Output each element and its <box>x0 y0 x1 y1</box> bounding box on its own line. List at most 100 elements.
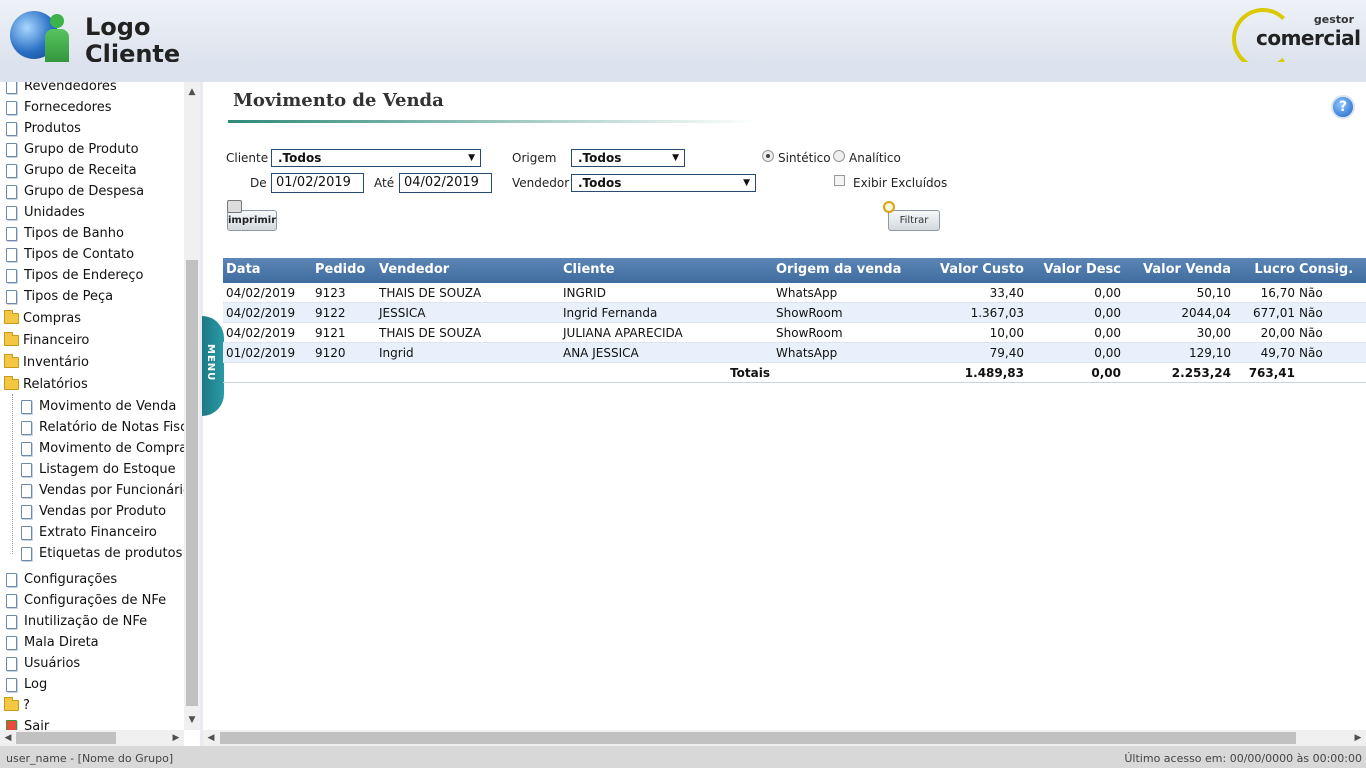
sidebar-report-item-4[interactable]: Vendas por Funcionário <box>0 480 191 501</box>
sidebar-bottom-item-5[interactable]: Log <box>0 674 47 695</box>
printer-icon[interactable] <box>227 200 242 213</box>
exibir-excluidos-checkbox[interactable] <box>834 175 845 186</box>
column-header[interactable]: Consig. <box>1299 258 1359 283</box>
scroll-right-icon[interactable]: ▶ <box>1350 730 1366 746</box>
scroll-thumb[interactable] <box>16 732 116 744</box>
analitico-radio[interactable] <box>833 150 845 162</box>
sidebar-item-label: Unidades <box>24 205 85 220</box>
table-cell: 9120 <box>315 346 346 360</box>
origem-select[interactable]: .Todos ▼ <box>571 149 685 167</box>
table-row[interactable]: 04/02/2019 9122 JESSICA Ingrid Fernanda Show… <box>223 303 1366 323</box>
sidebar-bottom-item-7[interactable]: Sair <box>0 716 49 730</box>
sidebar-item-7[interactable]: Tipos de Banho <box>0 223 124 244</box>
sidebar-report-item-7[interactable]: Etiquetas de produtos <box>0 543 182 564</box>
sidebar-item-12[interactable]: Financeiro <box>0 330 89 351</box>
column-header[interactable]: Pedido <box>315 258 375 283</box>
sidebar-report-item-6[interactable]: Extrato Financeiro <box>0 522 157 543</box>
sidebar-vertical-scrollbar[interactable]: ▲ ▼ <box>184 82 200 730</box>
table-cell: 0,00 <box>1094 346 1121 360</box>
date-to-input[interactable]: 04/02/2019 <box>399 173 492 193</box>
column-header[interactable]: Valor Desc <box>1023 258 1122 283</box>
scroll-right-icon[interactable]: ▶ <box>168 730 184 746</box>
sidebar-horizontal-scrollbar[interactable]: ◀ ▶ <box>0 730 184 746</box>
table-cell: 50,10 <box>1196 286 1231 300</box>
menu-toggle-tab[interactable]: MENU <box>202 316 224 416</box>
column-header[interactable]: Origem da venda <box>776 258 916 283</box>
cliente-select-value: .Todos <box>278 151 322 165</box>
document-icon <box>21 420 32 435</box>
document-icon <box>6 205 17 220</box>
sidebar-bottom-item-6[interactable]: ? <box>0 695 30 716</box>
sidebar-item-0[interactable]: Revendedores <box>0 82 117 97</box>
help-button[interactable]: ? <box>1331 95 1355 119</box>
chevron-down-icon: ▼ <box>672 153 679 163</box>
table-row[interactable]: 01/02/2019 9120 Ingrid ANA JESSICA WhatsApp 7… <box>223 343 1366 363</box>
sidebar-bottom-item-2[interactable]: Inutilização de NFe <box>0 611 147 632</box>
filter-button[interactable]: Filtrar <box>888 210 940 231</box>
table-cell: JESSICA <box>379 306 426 320</box>
sidebar-item-label: Configurações <box>24 572 118 587</box>
sidebar-item-9[interactable]: Tipos de Endereço <box>0 265 144 286</box>
sidebar-item-11[interactable]: Compras <box>0 308 81 329</box>
main-horizontal-scrollbar[interactable]: ◀ ▶ <box>203 730 1366 746</box>
sidebar-item-label: Produtos <box>24 121 81 136</box>
date-from-input[interactable]: 01/02/2019 <box>271 173 364 193</box>
document-icon <box>6 614 17 629</box>
sidebar-item-13[interactable]: Inventário <box>0 352 89 373</box>
document-icon <box>21 525 32 540</box>
table-cell: THAIS DE SOUZA <box>379 286 482 300</box>
sidebar-item-label: Tipos de Banho <box>24 226 124 241</box>
column-header[interactable]: Cliente <box>563 258 773 283</box>
table-cell: 0,00 <box>1094 306 1121 320</box>
print-button[interactable]: imprimir <box>227 210 277 231</box>
sidebar-item-2[interactable]: Produtos <box>0 118 81 139</box>
scroll-thumb[interactable] <box>220 732 1296 744</box>
sidebar-item-3[interactable]: Grupo de Produto <box>0 139 139 160</box>
sidebar-bottom-item-1[interactable]: Configurações de NFe <box>0 590 166 611</box>
column-header[interactable]: Data <box>226 258 311 283</box>
sidebar-report-item-5[interactable]: Vendas por Produto <box>0 501 166 522</box>
sidebar-report-item-3[interactable]: Listagem do Estoque <box>0 459 176 480</box>
column-header[interactable]: Valor Venda <box>1123 258 1231 283</box>
scroll-up-icon[interactable]: ▲ <box>184 84 200 100</box>
scroll-left-icon[interactable]: ◀ <box>203 730 219 746</box>
brand-small: gestor <box>1313 13 1354 26</box>
sidebar-item-8[interactable]: Tipos de Contato <box>0 244 134 265</box>
scroll-left-icon[interactable]: ◀ <box>0 730 16 746</box>
column-header[interactable]: Lucro <box>1233 258 1295 283</box>
vendedor-select[interactable]: .Todos ▼ <box>571 174 756 192</box>
sidebar-item-14[interactable]: Relatórios <box>0 374 88 395</box>
sidebar-item-6[interactable]: Unidades <box>0 202 85 223</box>
sidebar-item-10[interactable]: Tipos de Peça <box>0 286 113 307</box>
table-cell: ANA JESSICA <box>563 346 639 360</box>
sintetico-radio[interactable] <box>762 150 774 162</box>
table-cell: WhatsApp <box>776 346 838 360</box>
sidebar-item-label: Movimento de Compra <box>39 441 188 456</box>
sidebar-report-item-1[interactable]: Relatório de Notas Fiscais <box>0 417 200 438</box>
sidebar-bottom-item-0[interactable]: Configurações <box>0 569 117 590</box>
sidebar-item-label: Log <box>24 677 48 692</box>
cliente-label: Cliente <box>226 151 269 165</box>
sidebar-item-1[interactable]: Fornecedores <box>0 97 112 118</box>
sidebar-bottom-item-3[interactable]: Mala Direta <box>0 632 99 653</box>
cliente-select[interactable]: .Todos ▼ <box>271 149 481 167</box>
table-row[interactable]: 04/02/2019 9121 THAIS DE SOUZA JULIANA APAR… <box>223 323 1366 343</box>
client-logo: Logo Cliente <box>85 14 180 68</box>
sidebar-report-item-0[interactable]: Movimento de Venda <box>0 396 176 417</box>
scroll-thumb[interactable] <box>186 260 198 706</box>
column-header[interactable]: Vendedor <box>379 258 559 283</box>
table-cell: 79,40 <box>989 346 1024 360</box>
table-body: 04/02/2019 9123 THAIS DE SOUZA INGRID WhatsA… <box>223 283 1366 383</box>
document-icon <box>21 546 32 561</box>
sidebar-report-item-2[interactable]: Movimento de Compra <box>0 438 187 459</box>
column-header[interactable]: Valor Custo <box>923 258 1024 283</box>
sidebar-item-4[interactable]: Grupo de Receita <box>0 160 137 181</box>
sidebar-bottom-item-4[interactable]: Usuários <box>0 653 80 674</box>
sidebar-item-label: Tipos de Endereço <box>24 268 144 283</box>
table-cell: 2044,04 <box>1181 306 1231 320</box>
sidebar-item-5[interactable]: Grupo de Despesa <box>0 181 144 202</box>
magnifier-icon[interactable] <box>883 201 895 213</box>
scroll-down-icon[interactable]: ▼ <box>184 712 200 728</box>
table-row[interactable]: 04/02/2019 9123 THAIS DE SOUZA INGRID WhatsA… <box>223 283 1366 303</box>
table-cell: 9123 <box>315 286 346 300</box>
